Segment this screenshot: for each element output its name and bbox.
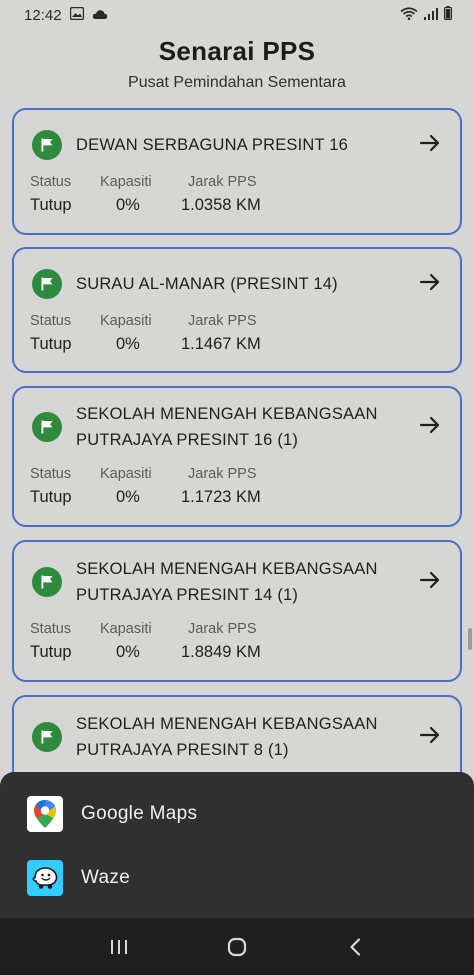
page-title: Senarai PPS [158, 36, 316, 66]
stat-distance: Jarak PPS 1.0358 KM [181, 174, 261, 215]
sheet-item-google-maps[interactable]: Google Maps [27, 796, 197, 832]
stat-capacity-value: 0% [116, 196, 140, 214]
page-header: Senarai PPS Pusat Pemindahan Sementara [0, 36, 474, 92]
card-header: SURAU AL-MANAR (PRESINT 14) [32, 269, 442, 299]
stat-status: Status Tutup [30, 313, 100, 354]
card-header: DEWAN SERBAGUNA PRESINT 16 [32, 130, 442, 160]
flag-icon [32, 412, 62, 442]
stat-capacity-label: Kapasiti [100, 621, 152, 637]
recent-apps-button[interactable] [99, 927, 139, 967]
home-button[interactable] [217, 927, 257, 967]
card-name: SEKOLAH MENENGAH KEBANGSAAN PUTRAJAYA PR… [76, 715, 378, 759]
wifi-icon [400, 6, 418, 24]
stat-distance-label: Jarak PPS [188, 466, 257, 482]
sheet-item-waze[interactable]: Waze [27, 860, 130, 896]
status-bar-left: 12:42 [24, 6, 108, 24]
arrow-right-icon[interactable] [418, 723, 442, 752]
stat-status-label: Status [30, 313, 72, 329]
sheet-item-label: Waze [81, 867, 131, 888]
stat-capacity: Kapasiti 0% [100, 174, 188, 215]
stat-capacity-value: 0% [116, 488, 140, 506]
card-name: DEWAN SERBAGUNA PRESINT 16 [76, 136, 349, 154]
stat-status-value: Tutup [30, 335, 72, 353]
stat-capacity: Kapasiti 0% [100, 466, 188, 507]
flag-icon [32, 722, 62, 752]
gallery-notification-icon [69, 6, 84, 24]
card-name: SEKOLAH MENENGAH KEBANGSAAN PUTRAJAYA PR… [76, 405, 378, 449]
sheet-item-label: Google Maps [81, 803, 198, 824]
stat-capacity-label: Kapasiti [100, 466, 152, 482]
stat-status-label: Status [30, 621, 72, 637]
card-header: SEKOLAH MENENGAH KEBANGSAAN PUTRAJAYA PR… [32, 556, 442, 608]
stat-capacity-label: Kapasiti [100, 174, 152, 190]
stat-distance-value: 1.8849 KM [181, 643, 261, 661]
stat-status-label: Status [30, 174, 72, 190]
flag-icon [32, 130, 62, 160]
google-maps-icon [27, 796, 63, 832]
stat-status: Status Tutup [30, 621, 100, 662]
card-header: SEKOLAH MENENGAH KEBANGSAAN PUTRAJAYA PR… [32, 401, 442, 453]
card-stats: Status Tutup Kapasiti 0% Jarak PPS 1.146… [30, 313, 261, 354]
card-stats: Status Tutup Kapasiti 0% Jarak PPS 1.172… [30, 466, 261, 507]
pps-card[interactable]: SURAU AL-MANAR (PRESINT 14) Status Tutup… [12, 247, 462, 373]
pps-card[interactable]: DEWAN SERBAGUNA PRESINT 16 Status Tutup … [12, 108, 462, 235]
flag-icon [32, 567, 62, 597]
stat-capacity-value: 0% [116, 643, 140, 661]
system-navigation-bar [0, 918, 474, 975]
stat-status-value: Tutup [30, 488, 72, 506]
stat-distance-value: 1.0358 KM [181, 196, 261, 214]
arrow-right-icon[interactable] [418, 131, 442, 160]
stat-distance-value: 1.1723 KM [181, 488, 261, 506]
signal-icon [424, 7, 438, 24]
status-time: 12:42 [24, 6, 62, 24]
page-subtitle: Pusat Pemindahan Sementara [128, 74, 346, 91]
stat-distance-label: Jarak PPS [188, 174, 257, 190]
arrow-right-icon[interactable] [418, 568, 442, 597]
card-header: SEKOLAH MENENGAH KEBANGSAAN PUTRAJAYA PR… [32, 711, 442, 763]
status-bar: 12:42 [0, 0, 474, 30]
open-with-sheet: Google Maps Waze [0, 772, 474, 918]
card-name: SEKOLAH MENENGAH KEBANGSAAN PUTRAJAYA PR… [76, 560, 378, 604]
flag-icon [32, 269, 62, 299]
stat-distance: Jarak PPS 1.8849 KM [181, 621, 261, 662]
card-name: SURAU AL-MANAR (PRESINT 14) [76, 275, 338, 293]
stat-distance: Jarak PPS 1.1467 KM [181, 313, 261, 354]
pps-card[interactable]: SEKOLAH MENENGAH KEBANGSAAN PUTRAJAYA PR… [12, 386, 462, 527]
stat-distance-label: Jarak PPS [188, 621, 257, 637]
stat-status-label: Status [30, 466, 72, 482]
waze-icon [27, 860, 63, 896]
stat-capacity: Kapasiti 0% [100, 621, 188, 662]
stat-distance-value: 1.1467 KM [181, 335, 261, 353]
cloud-notification-icon [92, 7, 108, 24]
scrollbar[interactable] [468, 628, 472, 650]
card-stats: Status Tutup Kapasiti 0% Jarak PPS 1.884… [30, 621, 261, 662]
arrow-right-icon[interactable] [418, 270, 442, 299]
back-button[interactable] [335, 927, 375, 967]
stat-capacity-value: 0% [116, 335, 140, 353]
stat-status: Status Tutup [30, 466, 100, 507]
battery-icon [444, 6, 453, 24]
stat-capacity-label: Kapasiti [100, 313, 152, 329]
stat-distance: Jarak PPS 1.1723 KM [181, 466, 261, 507]
card-stats: Status Tutup Kapasiti 0% Jarak PPS 1.035… [30, 174, 261, 215]
stat-status-value: Tutup [30, 643, 72, 661]
stat-distance-label: Jarak PPS [188, 313, 257, 329]
arrow-right-icon[interactable] [418, 413, 442, 442]
status-bar-right [400, 6, 453, 24]
pps-card[interactable]: SEKOLAH MENENGAH KEBANGSAAN PUTRAJAYA PR… [12, 540, 462, 682]
stat-status: Status Tutup [30, 174, 100, 215]
stat-status-value: Tutup [30, 196, 72, 214]
stat-capacity: Kapasiti 0% [100, 313, 188, 354]
